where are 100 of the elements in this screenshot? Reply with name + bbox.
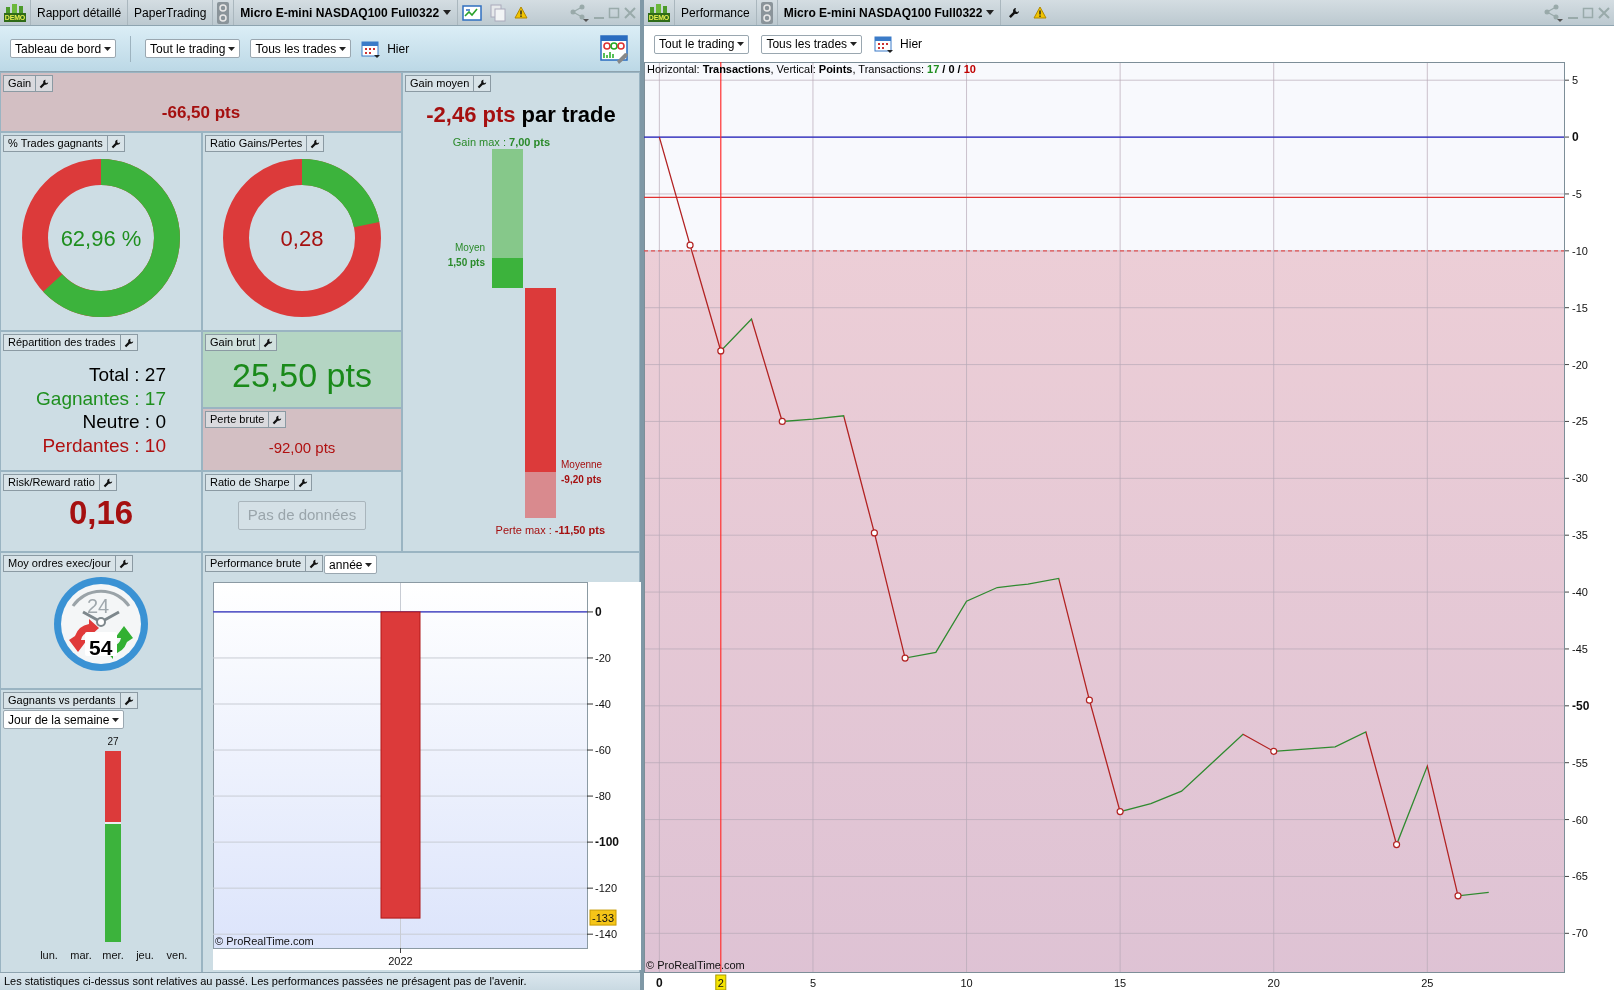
- wrench-icon: [262, 336, 275, 349]
- day-label: ven.: [166, 948, 188, 963]
- point: [870, 529, 878, 537]
- axis-label: -20: [595, 651, 611, 664]
- window-tab[interactable]: PaperTrading: [128, 0, 214, 25]
- dropdown[interactable]: Tableau de bord: [10, 39, 117, 58]
- settings-button[interactable]: [474, 75, 492, 92]
- calendar-button[interactable]: [874, 34, 895, 54]
- instrument-selector[interactable]: Micro E-mini NASDAQ100 Full0322: [777, 0, 1002, 25]
- axis-label: 0: [656, 976, 663, 990]
- caret-icon: [850, 42, 858, 46]
- average-label: Moyen: [454, 241, 485, 256]
- wrench-icon: [476, 77, 489, 90]
- window-tab[interactable]: Rapport détaillé: [31, 0, 129, 25]
- axis-label: -80: [595, 790, 611, 803]
- window-tab[interactable]: Performance: [675, 0, 757, 25]
- loss-max-label: Perte max : -11,50 pts: [494, 523, 605, 538]
- dropdown[interactable]: Jour de la semaine: [3, 710, 125, 729]
- caret-icon: [986, 10, 995, 15]
- dashboard-settings-button[interactable]: [600, 33, 630, 64]
- trade-count: Gagnantes : 17: [36, 386, 166, 410]
- chart-button[interactable]: [462, 4, 483, 21]
- link-icon: [759, 0, 774, 25]
- wrench-icon: [38, 77, 51, 90]
- dropdown[interactable]: année: [324, 555, 378, 574]
- wrench-icon: [271, 413, 284, 426]
- day-label: mer.: [102, 948, 124, 963]
- calendar-icon: [361, 38, 382, 59]
- axis-label: -70: [1572, 927, 1588, 940]
- gain-max-label: Gain max : 7,00 pts: [451, 135, 550, 150]
- dial-label: 24: [87, 594, 110, 619]
- settings-button[interactable]: [269, 411, 287, 428]
- point: [778, 417, 786, 426]
- status-message: Les statistiques ci-dessus sont relatives au passé. Les performances passées ne présagent pas de l'avenir.: [4, 974, 527, 990]
- calendar-icon: [874, 34, 895, 54]
- dashboard-settings-icon: [600, 33, 630, 64]
- axis-label: 20: [1267, 977, 1280, 989]
- point: [1392, 841, 1401, 849]
- cursor-tag: 2: [715, 974, 727, 990]
- caret-icon: [365, 562, 373, 567]
- axis-label: -45: [1572, 642, 1588, 655]
- minimize-icon: [1568, 16, 1578, 19]
- donut-value: 0,28: [280, 224, 324, 253]
- tile-title: Gain moyen: [405, 75, 475, 92]
- axis-label: -40: [1572, 586, 1588, 599]
- day-label: jeu.: [136, 948, 154, 963]
- wrench-icon: [117, 557, 130, 570]
- caret-icon: [339, 46, 347, 51]
- settings-button[interactable]: [307, 135, 325, 152]
- axis-label: -65: [1572, 870, 1588, 883]
- axis-label: -55: [1572, 756, 1588, 769]
- link-icon: [216, 0, 231, 25]
- axis-label: -140: [595, 928, 618, 941]
- settings-button[interactable]: [36, 75, 54, 92]
- tile-title: Gain brut: [205, 334, 261, 351]
- axis-label: 5: [1572, 74, 1579, 87]
- maximize-icon: [608, 6, 620, 19]
- day-label: mar.: [70, 948, 92, 963]
- tile-title: Ratio de Sharpe: [205, 474, 295, 491]
- date-label: Hier: [900, 36, 923, 53]
- tile-title: Ratio Gains/Pertes: [205, 135, 308, 152]
- settings-button[interactable]: [1007, 5, 1022, 20]
- trade-count: Total : 27: [88, 363, 166, 387]
- instrument-selector[interactable]: Micro E-mini NASDAQ100 Full0322: [234, 0, 459, 25]
- point: [717, 347, 725, 355]
- copyright-text: © ProRealTime.com: [215, 935, 314, 947]
- axis-label: -50: [1572, 698, 1590, 713]
- trade-count: Neutre : 0: [82, 410, 166, 434]
- axis-label: 0: [1572, 130, 1579, 145]
- trade-count: Perdantes : 10: [42, 433, 166, 457]
- gross-gain-value: 25,50 pts: [231, 355, 373, 395]
- axis-label: 0: [595, 604, 602, 619]
- axis-label: 10: [960, 977, 973, 989]
- point: [686, 241, 694, 249]
- dropdown[interactable]: Tout le trading: [145, 39, 241, 58]
- dropdown[interactable]: Tout le trading: [654, 34, 750, 54]
- dropdown[interactable]: Tous les trades: [761, 34, 863, 54]
- share-icon: [569, 3, 590, 22]
- caret-icon: [737, 42, 745, 46]
- average-gain-amount: 1,50 pts: [446, 256, 485, 271]
- wrench-icon: [122, 694, 135, 707]
- point: [1116, 808, 1124, 816]
- point: [1085, 696, 1094, 704]
- settings-button[interactable]: [260, 334, 278, 351]
- dropdown[interactable]: Tous les trades: [250, 39, 352, 58]
- axis-label: -100: [595, 835, 620, 850]
- axis-label: 15: [1114, 977, 1127, 989]
- per-trade-label: par trade: [521, 101, 616, 129]
- settings-button[interactable]: [306, 555, 324, 572]
- axis-label: -25: [1572, 415, 1588, 428]
- axis-label: -60: [1572, 813, 1588, 826]
- calendar-button[interactable]: [361, 38, 382, 59]
- axis-label: -35: [1572, 529, 1588, 542]
- tile-title: Risk/Reward ratio: [3, 474, 100, 491]
- share-icon: [1543, 3, 1564, 22]
- close-icon: [624, 6, 636, 19]
- warning-icon: [1033, 6, 1048, 19]
- average-loss-amount: -9,20 pts: [561, 473, 603, 487]
- wrench-icon: [1007, 5, 1022, 20]
- wrench-icon: [122, 336, 135, 349]
